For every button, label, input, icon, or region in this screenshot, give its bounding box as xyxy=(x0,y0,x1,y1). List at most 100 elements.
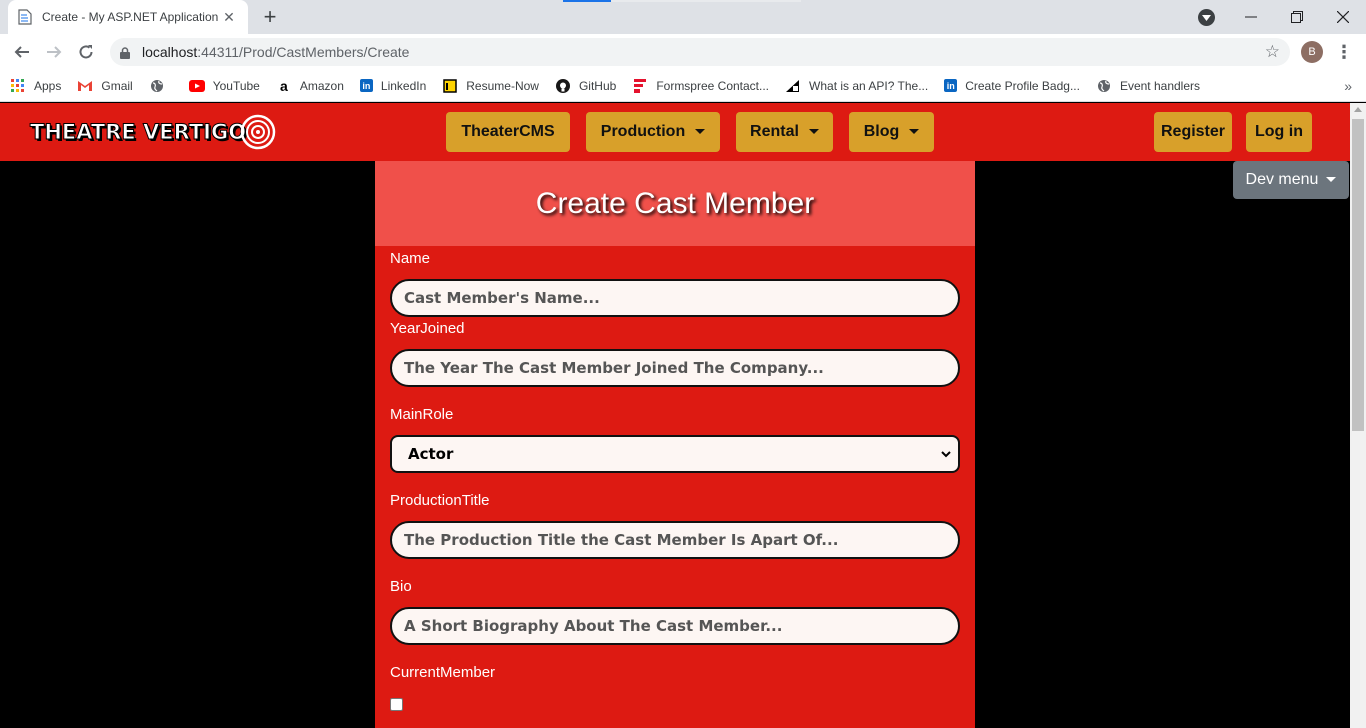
browser-tab[interactable]: Create - My ASP.NET Application ✕ xyxy=(8,0,248,34)
caret-down-icon xyxy=(695,128,706,134)
caret-down-icon xyxy=(1326,176,1337,182)
bookmark-youtube[interactable]: YouTube xyxy=(188,78,260,94)
name-label: Name xyxy=(390,250,431,267)
page-scrollbar[interactable] xyxy=(1350,103,1366,728)
register-button[interactable]: Register xyxy=(1154,112,1232,152)
scroll-up-icon[interactable] xyxy=(1354,107,1362,112)
bookmark-label: What is an API? The... xyxy=(809,78,929,93)
bookmark-label: Gmail xyxy=(101,78,133,93)
nav-blog-dropdown[interactable]: Blog xyxy=(849,112,934,152)
bio-input[interactable]: A Short Biography About The Cast Member.… xyxy=(390,607,960,645)
card-header: Create Cast Member xyxy=(375,161,975,246)
globe-icon xyxy=(149,78,165,94)
bookmark-linkedin[interactable]: in LinkedIn xyxy=(359,78,427,93)
url-path: :44311/Prod/CastMembers/Create xyxy=(197,44,410,60)
tab-separator xyxy=(611,0,801,2)
site-logo[interactable]: THEATRE VERTIGO xyxy=(29,111,278,153)
bookmark-create-profile-badge[interactable]: in Create Profile Badg... xyxy=(944,79,1080,93)
apps-grid-icon xyxy=(10,78,26,94)
minimize-icon[interactable] xyxy=(1228,0,1274,34)
scroll-thumb[interactable] xyxy=(1352,119,1364,431)
nav-label: TheaterCMS xyxy=(461,123,555,140)
bookmark-gmail[interactable]: Gmail xyxy=(77,78,133,94)
address-bar[interactable]: localhost:44311/Prod/CastMembers/Create … xyxy=(110,38,1290,66)
login-button[interactable]: Log in xyxy=(1246,112,1312,152)
page-viewport: THEATRE VERTIGO TheaterCMS Production Re… xyxy=(0,103,1350,728)
new-tab-icon[interactable]: + xyxy=(258,4,282,29)
nav-rental-dropdown[interactable]: Rental xyxy=(736,112,833,152)
bookmark-github[interactable]: GitHub xyxy=(555,78,616,94)
forward-arrow-icon[interactable] xyxy=(42,40,66,64)
caret-down-icon xyxy=(808,128,819,134)
bookmark-label: LinkedIn xyxy=(380,78,427,93)
main-role-select[interactable]: Actor xyxy=(390,435,960,473)
vertigo-swirl-icon xyxy=(240,114,276,150)
formspree-icon xyxy=(632,78,648,94)
nav-production-dropdown[interactable]: Production xyxy=(586,112,720,152)
bookmark-globe[interactable] xyxy=(149,78,173,94)
profile-avatar[interactable]: B xyxy=(1301,41,1323,63)
api-article-icon xyxy=(785,78,801,94)
linkedin-icon: in xyxy=(359,79,373,92)
current-member-label: CurrentMember xyxy=(390,664,496,681)
bookmark-amazon[interactable]: a Amazon xyxy=(276,78,344,94)
nav-theatercms[interactable]: TheaterCMS xyxy=(446,112,570,152)
linkedin-icon: in xyxy=(944,79,958,92)
current-member-checkbox[interactable] xyxy=(390,698,403,711)
tab-search-icon[interactable] xyxy=(1198,9,1215,26)
browser-menu-icon[interactable]: ⋮ xyxy=(1335,40,1353,64)
bookmark-label: Create Profile Badg... xyxy=(965,78,1080,93)
nav-label: Rental xyxy=(750,123,799,140)
bookmark-event-handlers[interactable]: Event handlers xyxy=(1096,78,1200,94)
chevron-down-icon xyxy=(941,451,951,458)
bookmark-label: Event handlers xyxy=(1119,78,1201,93)
brand-text: THEATRE VERTIGO xyxy=(29,120,247,145)
bookmark-label: GitHub xyxy=(578,78,617,93)
bookmark-resume-now[interactable]: Resume-Now xyxy=(442,78,539,94)
reload-icon[interactable] xyxy=(74,40,98,64)
bookmark-label: Amazon xyxy=(299,78,344,93)
bookmark-label: Apps xyxy=(34,78,62,93)
back-arrow-icon[interactable] xyxy=(10,40,34,64)
restore-icon[interactable] xyxy=(1274,0,1320,34)
youtube-icon xyxy=(188,78,205,94)
tab-title: Create - My ASP.NET Application xyxy=(42,10,219,24)
bookmark-label: YouTube xyxy=(212,78,260,93)
nav-label: Blog xyxy=(863,123,900,140)
window-controls xyxy=(1228,0,1366,34)
more-bookmarks-icon[interactable]: » xyxy=(1344,78,1352,94)
production-title-label: ProductionTitle xyxy=(390,492,490,509)
create-cast-member-card: Create Cast Member Name Cast Member's Na… xyxy=(375,161,975,728)
resume-now-icon xyxy=(442,78,458,94)
globe-icon xyxy=(1096,78,1112,94)
nav-label: Production xyxy=(600,123,686,140)
login-label: Log in xyxy=(1255,123,1303,140)
bookmark-apps[interactable]: Apps xyxy=(10,78,61,94)
loading-indicator xyxy=(563,0,611,2)
bookmark-star-icon[interactable]: ☆ xyxy=(1265,42,1280,62)
page-title: Create Cast Member xyxy=(535,186,815,220)
browser-toolbar: localhost:44311/Prod/CastMembers/Create … xyxy=(0,34,1366,70)
page-favicon-icon xyxy=(18,9,32,25)
name-input[interactable]: Cast Member's Name... xyxy=(390,279,960,317)
dev-menu-button[interactable]: Dev menu xyxy=(1233,161,1349,199)
bio-label: Bio xyxy=(390,578,412,595)
register-label: Register xyxy=(1160,123,1226,140)
close-window-icon[interactable] xyxy=(1320,0,1366,34)
main-role-value: Actor xyxy=(408,445,454,463)
production-title-input[interactable]: The Production Title the Cast Member Is … xyxy=(390,521,960,559)
close-tab-icon[interactable]: ✕ xyxy=(220,8,238,26)
bookmark-label: Formspree Contact... xyxy=(656,78,770,93)
bookmark-label: Resume-Now xyxy=(466,78,539,93)
year-joined-label: YearJoined xyxy=(390,320,465,337)
bookmark-api-article[interactable]: What is an API? The... xyxy=(785,78,928,94)
lock-icon[interactable] xyxy=(120,46,130,59)
bookmarks-bar: Apps Gmail YouTube a Amazon in LinkedIn … xyxy=(0,70,1366,102)
year-joined-input[interactable]: The Year The Cast Member Joined The Comp… xyxy=(390,349,960,387)
bookmark-formspree[interactable]: Formspree Contact... xyxy=(632,78,769,94)
github-icon xyxy=(555,78,571,94)
dev-menu-label: Dev menu xyxy=(1245,171,1319,188)
browser-tab-strip: Create - My ASP.NET Application ✕ + xyxy=(0,0,1366,34)
gmail-icon xyxy=(77,78,93,94)
amazon-icon: a xyxy=(279,77,288,94)
